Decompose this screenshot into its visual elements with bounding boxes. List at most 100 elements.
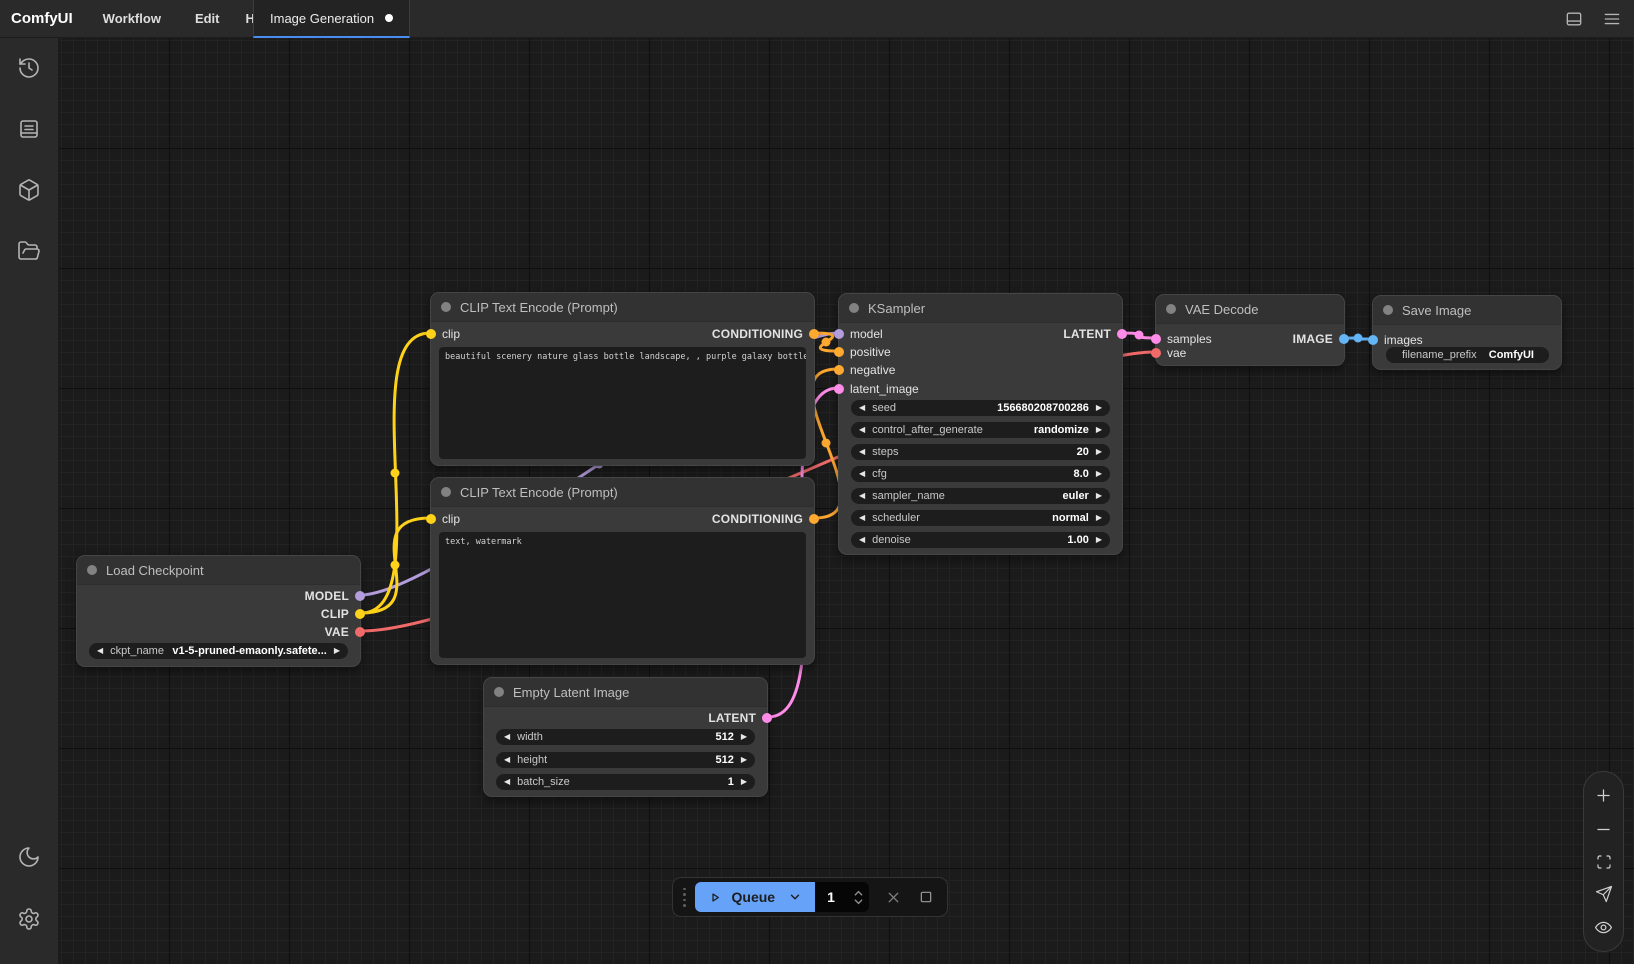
widget-filename-prefix[interactable]: filename_prefix ComfyUI [1386,347,1549,363]
zoom-out-icon[interactable] [1594,820,1613,839]
left-sidebar [0,38,59,964]
increment-arrow-icon[interactable]: ▶ [741,733,747,741]
stop-button[interactable] [918,889,934,905]
collapse-dot-icon[interactable] [1166,304,1176,314]
node-ksampler[interactable]: KSampler model LATENT positive negative … [838,293,1123,555]
node-empty-latent-image[interactable]: Empty Latent Image LATENT ◀ width 512 ▶ … [483,677,768,797]
node-vae-decode[interactable]: VAE Decode samples IMAGE vae [1155,294,1345,366]
node-header[interactable]: Save Image [1373,296,1561,325]
model-library-icon[interactable] [17,178,41,202]
toggle-visibility-eye-icon[interactable] [1594,918,1613,937]
node-header[interactable]: CLIP Text Encode (Prompt) [431,293,814,322]
tab-image-generation[interactable]: Image Generation [253,0,410,38]
drag-handle[interactable] [683,888,686,907]
decrement-arrow-icon[interactable]: ◀ [859,514,865,522]
samples-input-slot[interactable] [1151,334,1161,344]
collapse-dot-icon[interactable] [87,565,97,575]
history-icon[interactable] [17,56,41,80]
widget-ckpt-name[interactable]: ◀ ckpt_name v1-5-pruned-emaonly.safete..… [89,643,348,659]
menu-workflow[interactable]: Workflow [103,11,161,26]
increment-arrow-icon[interactable]: ▶ [334,647,340,655]
prompt-textarea[interactable]: beautiful scenery nature glass bottle la… [439,347,806,459]
decrement-arrow-icon[interactable]: ◀ [504,733,510,741]
decrement-arrow-icon[interactable]: ◀ [859,470,865,478]
widget-steps[interactable]: ◀ steps 20 ▶ [851,444,1110,460]
widget-batch-size[interactable]: ◀ batch_size 1 ▶ [496,774,755,790]
widget-seed[interactable]: ◀ seed 156680208700286 ▶ [851,400,1110,416]
widget-sampler-name[interactable]: ◀ sampler_name euler ▶ [851,488,1110,504]
decrement-arrow-icon[interactable]: ◀ [97,647,103,655]
fit-view-icon[interactable] [1595,853,1613,871]
pan-mode-icon[interactable] [1595,885,1613,903]
decrement-arrow-icon[interactable]: ◀ [859,404,865,412]
increment-arrow-icon[interactable]: ▶ [1096,404,1102,412]
hamburger-menu-icon[interactable] [1602,9,1622,29]
conditioning-output-slot[interactable] [809,329,819,339]
node-header[interactable]: Empty Latent Image [484,678,767,707]
node-save-image[interactable]: Save Image images filename_prefix ComfyU… [1372,295,1562,370]
latent-image-input-slot[interactable] [834,384,844,394]
increment-arrow-icon[interactable]: ▶ [1096,492,1102,500]
menu-edit[interactable]: Edit [195,11,220,26]
widget-height[interactable]: ◀ height 512 ▶ [496,752,755,768]
increment-arrow-icon[interactable]: ▶ [1096,514,1102,522]
widget-control-after-generate[interactable]: ◀ control_after_generate randomize ▶ [851,422,1110,438]
negative-input-slot[interactable] [834,365,844,375]
images-input-slot[interactable] [1368,335,1378,345]
model-output-slot[interactable] [355,591,365,601]
node-load-checkpoint[interactable]: Load Checkpoint MODEL CLIP VAE ◀ ckpt_na… [76,555,361,667]
collapse-dot-icon[interactable] [1383,305,1393,315]
vae-output-slot[interactable] [355,627,365,637]
positive-input-slot[interactable] [834,347,844,357]
clip-output-slot[interactable] [355,609,365,619]
prompt-textarea[interactable]: text, watermark [439,532,806,658]
decrement-arrow-icon[interactable]: ◀ [859,536,865,544]
increment-arrow-icon[interactable]: ▶ [1096,536,1102,544]
node-templates-icon[interactable] [17,117,41,141]
output-vae: VAE [77,625,360,639]
increment-arrow-icon[interactable]: ▶ [1096,448,1102,456]
widget-scheduler[interactable]: ◀ scheduler normal ▶ [851,510,1110,526]
collapse-dot-icon[interactable] [441,487,451,497]
decrement-arrow-icon[interactable]: ◀ [859,448,865,456]
node-clip-text-encode-negative[interactable]: CLIP Text Encode (Prompt) clip CONDITION… [430,477,815,665]
node-header[interactable]: Load Checkpoint [77,556,360,585]
node-header[interactable]: KSampler [839,294,1122,323]
node-clip-text-encode-positive[interactable]: CLIP Text Encode (Prompt) clip CONDITION… [430,292,815,466]
vae-input-slot[interactable] [1151,348,1161,358]
collapse-dot-icon[interactable] [849,303,859,313]
chevron-down-icon[interactable] [788,890,802,904]
increment-arrow-icon[interactable]: ▶ [1096,426,1102,434]
increment-arrow-icon[interactable]: ▶ [741,756,747,764]
decrement-arrow-icon[interactable]: ◀ [859,426,865,434]
conditioning-output-slot[interactable] [809,514,819,524]
stepper-down-icon[interactable] [853,898,864,906]
clip-input-slot[interactable] [426,329,436,339]
clear-queue-button[interactable] [885,889,902,906]
queue-button[interactable]: Queue [695,882,816,912]
clip-input-slot[interactable] [426,514,436,524]
increment-arrow-icon[interactable]: ▶ [741,778,747,786]
batch-count-input[interactable]: 1 [815,882,869,912]
widget-denoise[interactable]: ◀ denoise 1.00 ▶ [851,532,1110,548]
panel-toggle-icon[interactable] [1564,9,1584,29]
widget-width[interactable]: ◀ width 512 ▶ [496,729,755,745]
stepper-up-icon[interactable] [853,889,864,897]
latent-output-slot[interactable] [1117,329,1127,339]
model-input-slot[interactable] [834,329,844,339]
decrement-arrow-icon[interactable]: ◀ [859,492,865,500]
latent-output-slot[interactable] [762,713,772,723]
increment-arrow-icon[interactable]: ▶ [1096,470,1102,478]
decrement-arrow-icon[interactable]: ◀ [504,778,510,786]
node-header[interactable]: VAE Decode [1156,295,1344,324]
zoom-in-icon[interactable] [1594,786,1613,805]
image-output-slot[interactable] [1339,334,1349,344]
node-header[interactable]: CLIP Text Encode (Prompt) [431,478,814,507]
collapse-dot-icon[interactable] [494,687,504,697]
widget-cfg[interactable]: ◀ cfg 8.0 ▶ [851,466,1110,482]
decrement-arrow-icon[interactable]: ◀ [504,756,510,764]
collapse-dot-icon[interactable] [441,302,451,312]
settings-gear-icon[interactable] [17,907,41,931]
workflows-folder-icon[interactable] [17,239,41,263]
theme-moon-icon[interactable] [17,845,41,869]
